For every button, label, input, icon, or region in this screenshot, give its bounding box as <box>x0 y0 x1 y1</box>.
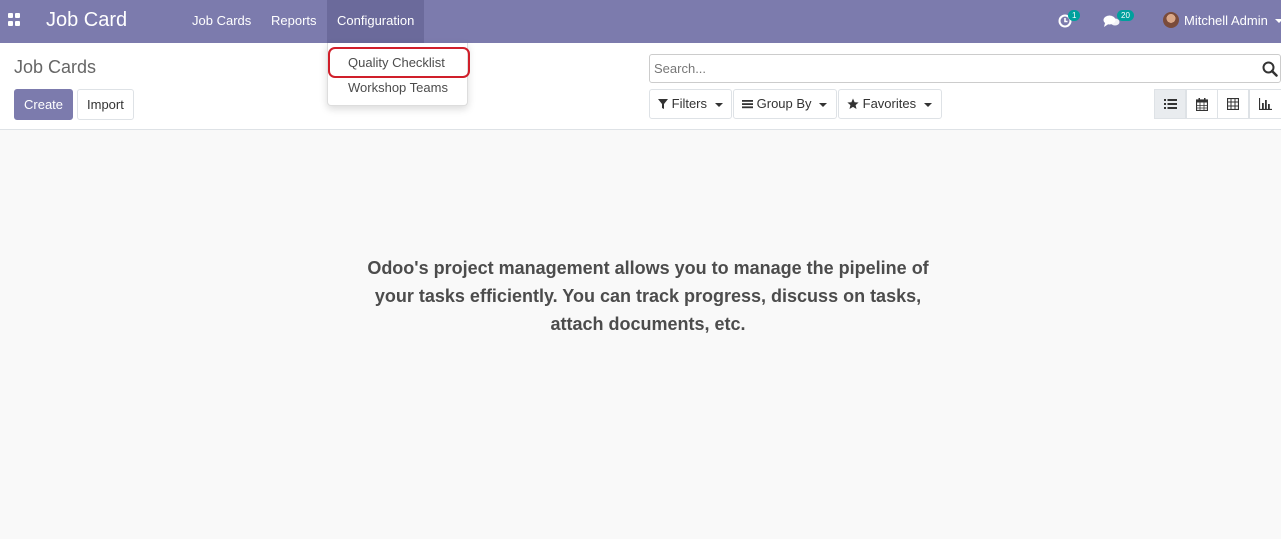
import-button[interactable]: Import <box>77 89 134 120</box>
chevron-down-icon <box>924 103 932 107</box>
activity-count-badge: 1 <box>1068 10 1081 21</box>
activity-systray[interactable]: 1 <box>1058 10 1084 30</box>
menu-quality-checklist[interactable]: Quality Checklist <box>328 51 469 75</box>
menu-reports[interactable]: Reports <box>261 0 327 43</box>
message-count-badge: 20 <box>1117 10 1134 21</box>
list-view-icon <box>1164 99 1177 109</box>
menu-workshop-teams[interactable]: Workshop Teams <box>328 76 469 100</box>
configuration-dropdown: Quality Checklist Workshop Teams <box>327 43 468 106</box>
app-title: Job Card <box>46 9 128 31</box>
no-content-helper: Odoo's project management allows you to … <box>340 254 956 338</box>
group-by-label: Group By <box>756 96 812 111</box>
favorites-label: Favorites <box>862 96 917 111</box>
create-button[interactable]: Create <box>14 89 74 120</box>
pivot-view-icon <box>1227 98 1239 110</box>
list-view-button[interactable] <box>1154 89 1186 119</box>
avatar <box>1163 12 1179 28</box>
search-bar <box>649 54 1281 83</box>
apps-menu-icon[interactable] <box>8 13 21 26</box>
top-navbar: Job Card Job Cards Reports Configuration… <box>0 0 1281 43</box>
favorites-button[interactable]: Favorites <box>838 89 942 119</box>
chevron-down-icon <box>1275 19 1281 23</box>
control-panel: Job Cards Create Import Filters Group By… <box>0 43 1281 130</box>
helper-line: Odoo's project management allows you to … <box>367 258 929 278</box>
user-menu[interactable]: Mitchell Admin <box>1163 12 1281 30</box>
filters-label: Filters <box>671 96 708 111</box>
messaging-systray[interactable]: 20 <box>1103 10 1139 30</box>
helper-line: attach documents, etc. <box>550 314 746 334</box>
calendar-view-icon <box>1196 98 1208 111</box>
search-icon[interactable] <box>1262 61 1278 77</box>
bars-icon <box>742 99 753 108</box>
pivot-view-button[interactable] <box>1217 89 1249 119</box>
user-name: Mitchell Admin <box>1184 13 1268 28</box>
menu-configuration[interactable]: Configuration <box>327 0 424 43</box>
chevron-down-icon <box>819 103 827 107</box>
chevron-down-icon <box>715 103 723 107</box>
star-icon <box>847 98 859 109</box>
filter-icon <box>658 98 668 109</box>
menu-job-cards[interactable]: Job Cards <box>182 0 261 43</box>
page-title: Job Cards <box>14 57 97 77</box>
helper-line: your tasks efficiently. You can track pr… <box>374 286 922 306</box>
search-input[interactable] <box>654 58 1244 79</box>
calendar-view-button[interactable] <box>1186 89 1218 119</box>
group-by-button[interactable]: Group By <box>733 89 837 119</box>
filters-button[interactable]: Filters <box>649 89 732 119</box>
graph-view-icon <box>1259 98 1272 110</box>
graph-view-button[interactable] <box>1249 89 1281 119</box>
